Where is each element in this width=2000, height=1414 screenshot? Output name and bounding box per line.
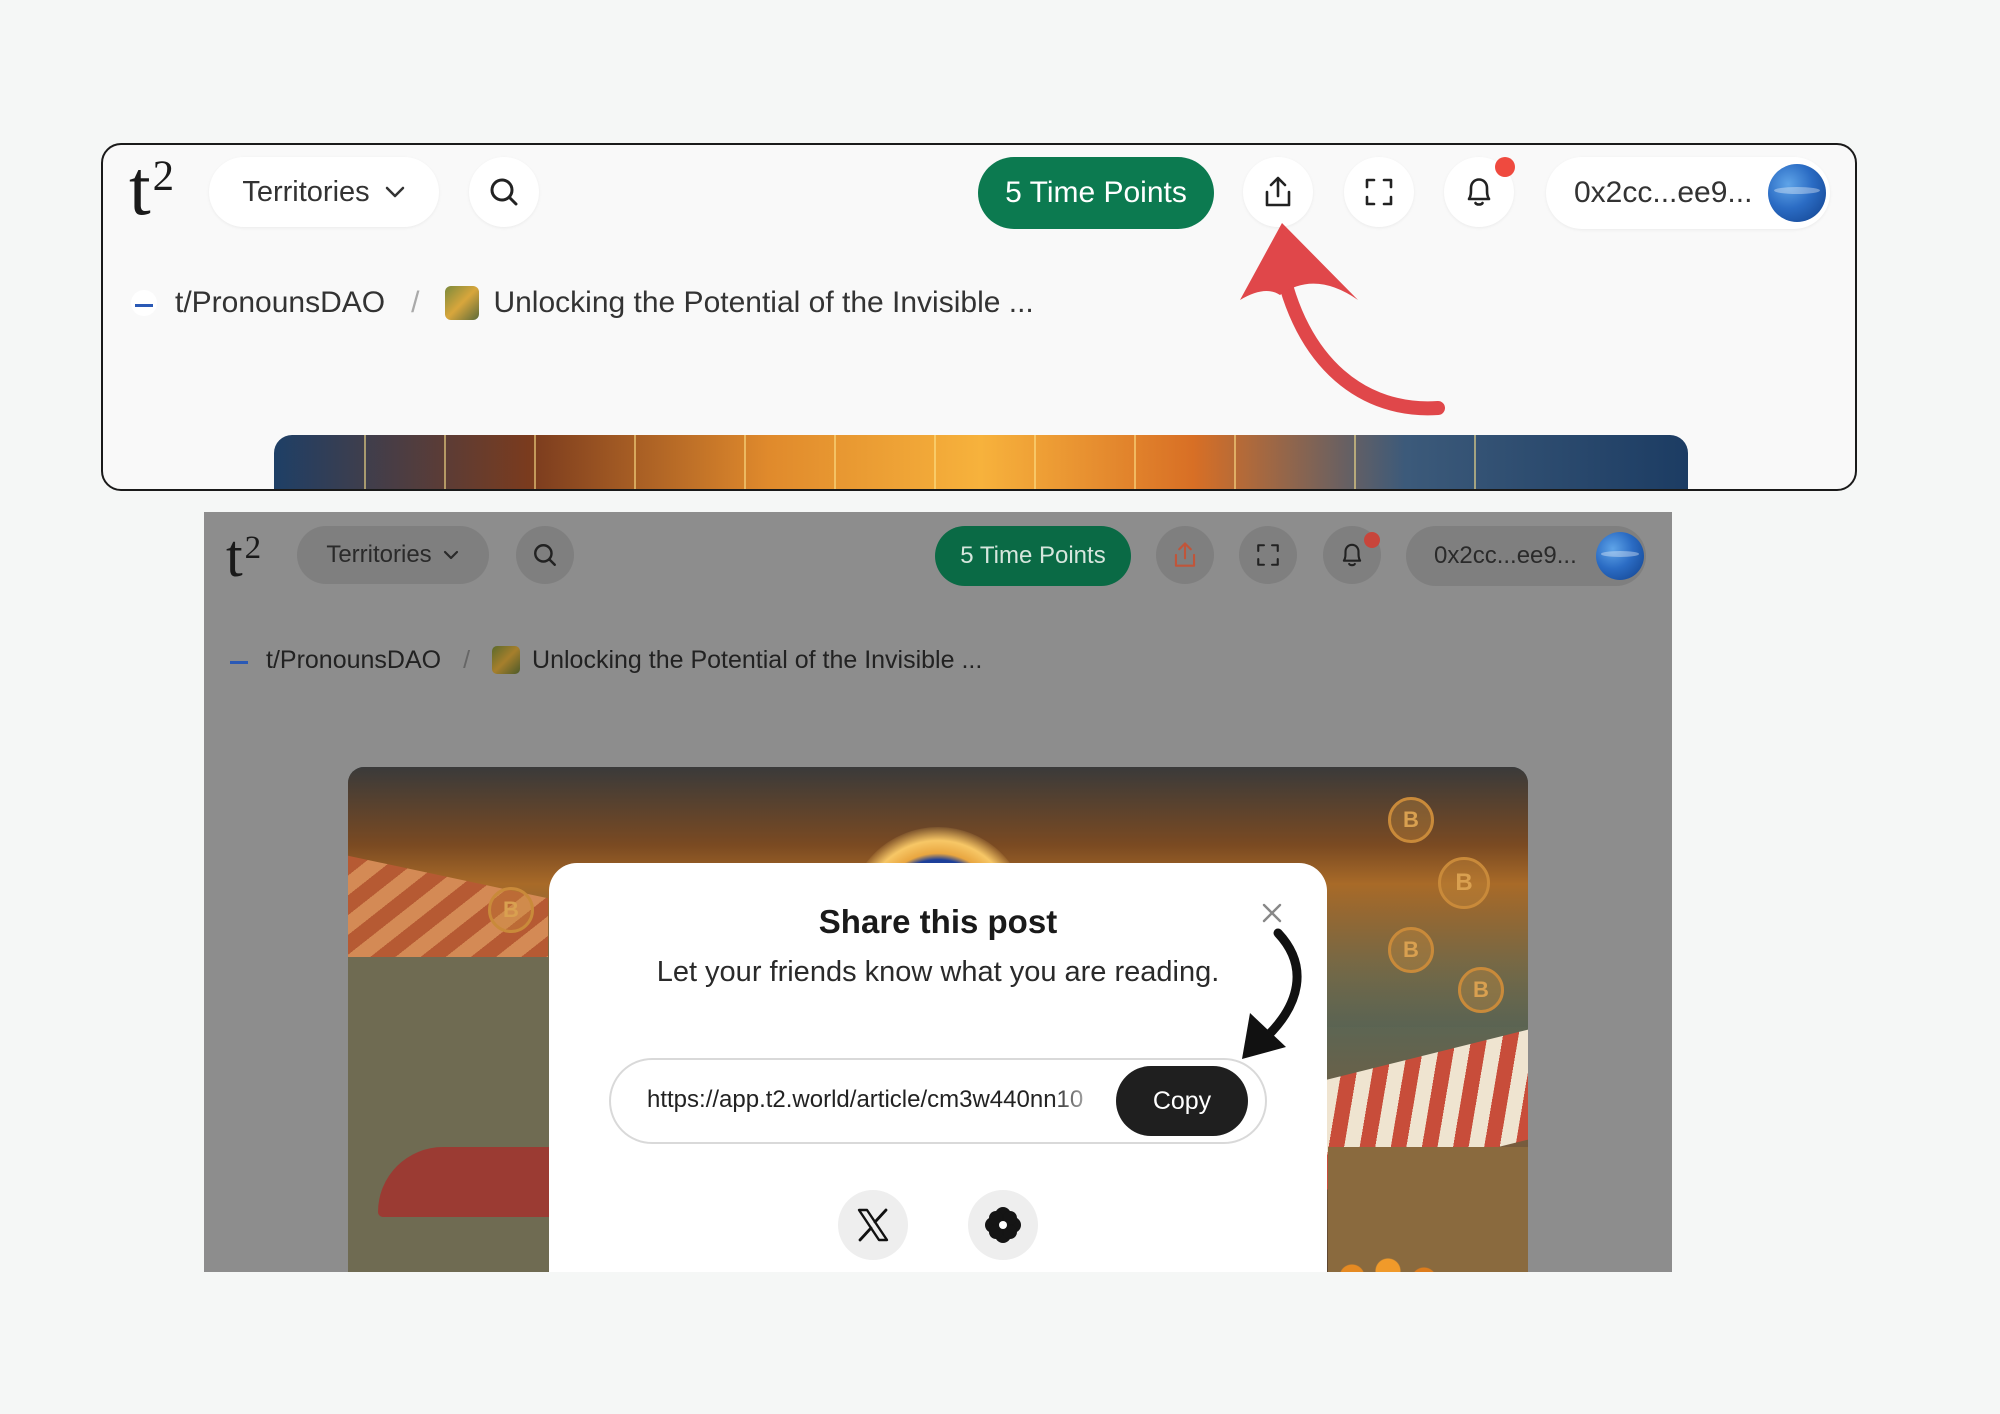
avatar <box>1596 532 1644 580</box>
chevron-down-icon <box>384 185 406 199</box>
bitcoin-coin: B <box>1438 857 1490 909</box>
copy-button[interactable]: Copy <box>1116 1066 1248 1136</box>
red-annotation-arrow <box>1240 223 1445 416</box>
time-points-button[interactable]: 5 Time Points <box>978 157 1214 229</box>
share-modal: Share this post Let your friends know wh… <box>549 863 1327 1272</box>
close-icon <box>1260 901 1290 925</box>
logo-letter: t <box>226 523 243 589</box>
breadcrumb: t/PronounsDAO / Unlocking the Potential … <box>228 642 982 678</box>
wallet-address: 0x2cc...ee9... <box>1434 542 1577 569</box>
bitcoin-coin: B <box>1458 967 1504 1013</box>
logo-letter: t <box>129 144 151 231</box>
wallet-address: 0x2cc...ee9... <box>1574 176 1753 209</box>
search-icon <box>488 176 520 208</box>
bell-icon <box>1463 174 1495 210</box>
coin-letter: B <box>1403 937 1419 962</box>
article-thumbnail <box>492 646 521 674</box>
time-points-label: 5 Time Points <box>1005 176 1187 209</box>
breadcrumb-article-link[interactable]: Unlocking the Potential of the Invisible… <box>493 286 1033 320</box>
modal-subtitle: Let your friends know what you are readi… <box>656 956 1220 988</box>
t2-logo[interactable]: t2 <box>129 149 174 227</box>
wallet-button[interactable]: 0x2cc...ee9... <box>1406 526 1646 586</box>
search-icon <box>532 542 558 568</box>
t2-logo[interactable]: t2 <box>226 526 261 586</box>
coin-letter: B <box>1403 807 1419 832</box>
fruit-stall <box>1328 1247 1448 1272</box>
copy-label: Copy <box>1152 1086 1212 1115</box>
breadcrumb-territory-link[interactable]: t/PronounsDAO <box>175 286 385 320</box>
notification-dot <box>1495 157 1515 177</box>
coin-letter: B <box>1473 977 1489 1002</box>
territories-label: Territories <box>242 175 370 208</box>
time-points-label: 5 Time Points <box>960 542 1106 569</box>
fullscreen-button[interactable] <box>1239 526 1297 584</box>
share-to-farcaster-button[interactable] <box>968 1190 1038 1260</box>
notification-dot <box>1364 532 1380 548</box>
share-to-x-button[interactable] <box>838 1190 908 1260</box>
article-thumbnail <box>445 286 480 320</box>
flower-icon <box>983 1205 1023 1245</box>
share-url-field[interactable]: https://app.t2.world/article/cm3w440nn10… <box>609 1058 1267 1144</box>
share-icon <box>1171 540 1199 570</box>
territories-dropdown[interactable]: Territories <box>209 157 439 227</box>
coin-letter: B <box>1455 869 1473 896</box>
modal-title: Share this post <box>818 903 1058 940</box>
chevron-down-icon <box>442 549 460 561</box>
fullscreen-icon <box>1363 176 1395 208</box>
fullscreen-icon <box>1255 542 1281 568</box>
share-icon <box>1261 174 1295 210</box>
bell-icon <box>1339 540 1365 570</box>
breadcrumb-territory-link[interactable]: t/PronounsDAO <box>266 646 441 675</box>
left-house <box>348 957 558 1272</box>
territory-icon <box>228 649 250 671</box>
territories-label: Territories <box>326 541 432 568</box>
search-button[interactable] <box>516 526 574 584</box>
black-annotation-arrow <box>1242 928 1302 1059</box>
zoomed-header-card: t2 Territories 5 Time Points 0x2cc...ee9… <box>101 143 1857 491</box>
bitcoin-coin: B <box>1388 927 1434 973</box>
x-logo-icon <box>854 1206 892 1244</box>
search-button[interactable] <box>469 157 539 227</box>
avatar <box>1768 164 1826 222</box>
coin-letter: B <box>503 897 519 922</box>
time-points-button[interactable]: 5 Time Points <box>935 526 1131 586</box>
article-hero-image <box>274 435 1688 489</box>
breadcrumb-separator: / <box>411 286 420 319</box>
share-button[interactable] <box>1156 526 1214 584</box>
share-dialog-screenshot: t2 Territories 5 Time Points 0x2cc...ee9… <box>204 512 1672 1272</box>
logo-superscript: 2 <box>244 529 262 566</box>
wallet-button[interactable]: 0x2cc...ee9... <box>1546 157 1830 229</box>
bitcoin-coin: B <box>488 887 534 933</box>
territory-icon <box>131 290 157 316</box>
share-url-text[interactable]: https://app.t2.world/article/cm3w440nn10 <box>647 1086 1107 1114</box>
logo-superscript: 2 <box>152 153 175 201</box>
territories-dropdown[interactable]: Territories <box>297 526 489 584</box>
breadcrumb-separator: / <box>463 645 471 674</box>
breadcrumb-article-link[interactable]: Unlocking the Potential of the Invisible… <box>532 646 982 675</box>
bitcoin-coin: B <box>1388 797 1434 843</box>
breadcrumb: t/PronounsDAO / Unlocking the Potential … <box>131 283 1034 323</box>
